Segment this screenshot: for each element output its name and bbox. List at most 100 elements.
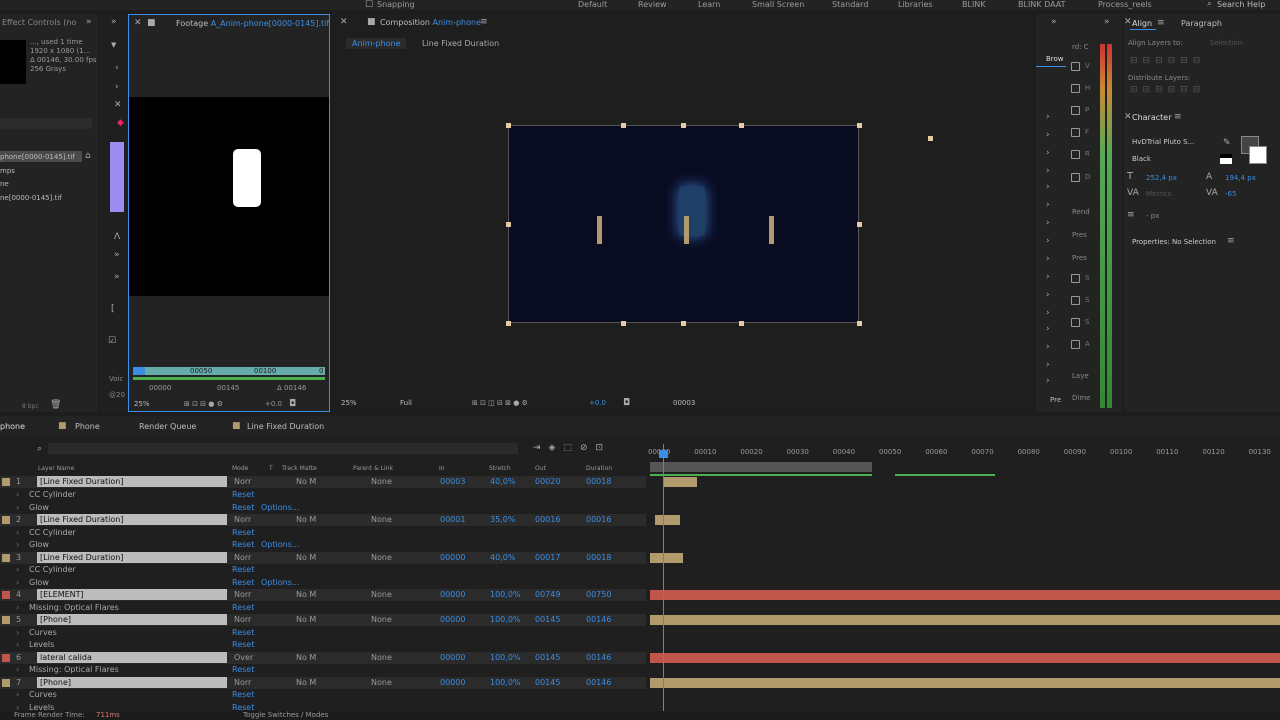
effect-reset[interactable]: Reset [232, 664, 254, 676]
stroke-color-swatch[interactable] [1249, 146, 1267, 164]
expand-arrow-icon[interactable]: › [16, 502, 19, 514]
distribute-icons[interactable]: ⊟⊟⊟⊟⊟⊟ [1130, 85, 1205, 95]
comp-canvas[interactable] [508, 125, 859, 323]
footage-time-ruler[interactable]: 00050 00100 0 [133, 367, 325, 375]
project-search[interactable] [0, 118, 92, 129]
comp-toolbar-icons[interactable]: ⊞ ⊡ ◫ ⊟ ⊠ ● ⚙ [472, 399, 528, 407]
checkbox[interactable] [1071, 128, 1080, 137]
workspace-item[interactable]: Default [578, 0, 607, 9]
layer-mode[interactable]: Norr [234, 589, 251, 601]
stroke-width-field[interactable]: - px [1146, 212, 1159, 220]
workspace-item[interactable]: Standard [832, 0, 868, 9]
chevron-icon[interactable]: › [1046, 324, 1050, 334]
layer-mode[interactable]: Norr [234, 614, 251, 626]
checkbox[interactable] [1071, 340, 1080, 349]
timeline-switch-icons[interactable]: ⇥◈⬚⊘⊡ [533, 443, 611, 453]
chevron-icon[interactable]: › [1046, 166, 1050, 176]
layer-name[interactable]: lateral calida [37, 651, 227, 663]
font-size-field[interactable]: 252,4 px [1146, 174, 1177, 182]
workspace-item[interactable]: BLINK [962, 0, 986, 9]
effect-reset[interactable]: Reset [232, 539, 254, 551]
search-icon[interactable]: ⌕ [37, 444, 42, 454]
preview-tab[interactable]: Pre [1050, 396, 1061, 404]
layer-name[interactable]: [Line Fixed Duration] [37, 476, 227, 487]
transform-handle[interactable] [621, 123, 626, 128]
checkbox[interactable] [1071, 106, 1080, 115]
transform-handle[interactable] [506, 123, 511, 128]
layer-stretch[interactable]: 35,0% [490, 514, 515, 526]
checkbox[interactable] [1071, 62, 1080, 71]
layer-parent[interactable]: None [371, 614, 392, 626]
expand-arrow-icon[interactable]: › [16, 639, 19, 651]
composition-tab[interactable]: Composition Anim-phone [380, 18, 481, 27]
chevron-icon[interactable]: › [1046, 236, 1050, 246]
transform-handle[interactable] [857, 123, 862, 128]
effect-reset[interactable]: Reset [232, 602, 254, 614]
comp-zoom[interactable]: 25% [341, 399, 357, 407]
layer-track-matte[interactable]: No M [296, 677, 316, 689]
layer-parent[interactable]: None [371, 589, 392, 601]
label-color[interactable] [2, 591, 10, 599]
expand-arrow-icon[interactable]: › [16, 689, 19, 701]
effect-reset[interactable]: Reset [232, 502, 254, 514]
workspace-item[interactable]: Learn [698, 0, 720, 9]
lock-icon[interactable]: ✕ [134, 18, 142, 28]
align-tab[interactable]: Align [1132, 19, 1152, 28]
layer-stretch[interactable]: 100,0% [490, 614, 521, 626]
label-color[interactable] [2, 616, 10, 624]
layer-out[interactable]: 00749 [535, 589, 560, 601]
comp-resolution[interactable]: Full [400, 399, 412, 407]
effect-reset[interactable]: Reset [232, 489, 254, 501]
align-to-select[interactable]: Selection [1210, 39, 1242, 47]
layer-parent[interactable]: None [371, 677, 392, 689]
layer-duration-bar[interactable] [663, 477, 698, 487]
project-item[interactable]: ne[0000-0145].tif [0, 192, 75, 206]
label-color[interactable] [2, 678, 10, 687]
search-icon[interactable]: ⌕ [1207, 0, 1212, 9]
layer-out[interactable]: 00020 [535, 476, 560, 488]
layer-stretch[interactable]: 40,0% [490, 552, 515, 564]
layer-duration[interactable]: 00146 [586, 677, 611, 689]
chevron-icon[interactable]: › [1046, 112, 1050, 122]
workspace-item[interactable]: Review [638, 0, 667, 9]
workspace-item[interactable]: Small Screen [752, 0, 804, 9]
project-item[interactable]: mps [0, 165, 75, 179]
effect-reset[interactable]: Reset [232, 639, 254, 651]
layer-parent[interactable]: None [371, 514, 392, 526]
layer-out[interactable]: 00145 [535, 614, 560, 626]
double-chevron-icon[interactable]: » [114, 250, 120, 260]
chevron-icon[interactable]: › [1046, 130, 1050, 140]
layer-name[interactable]: [ELEMENT] [37, 589, 227, 600]
effect-options[interactable]: Options... [261, 539, 300, 551]
layer-parent[interactable]: None [371, 476, 392, 488]
layer-row[interactable]: 4 [ELEMENT] Norr No M None 00000 100,0% 00749 00… [0, 589, 646, 601]
expand-arrow-icon[interactable]: › [16, 564, 19, 576]
chevron-icon[interactable]: › [1046, 308, 1050, 318]
expand-arrow-icon[interactable]: › [16, 527, 19, 539]
expand-arrow-icon[interactable]: › [16, 539, 19, 551]
transform-handle[interactable] [739, 123, 744, 128]
layer-name[interactable]: [Phone] [37, 676, 227, 688]
checkbox[interactable] [1071, 173, 1080, 182]
footage-offset[interactable]: +0.0 [265, 400, 282, 408]
timeline-tab-line-fixed-duration[interactable]: Line Fixed Duration [247, 422, 324, 431]
col-layer-name[interactable]: Layer Name [38, 465, 74, 472]
layer-parent[interactable]: None [371, 652, 392, 664]
project-item[interactable]: phone[0000-0145].tif [0, 151, 75, 165]
layer-search-input[interactable] [48, 443, 518, 454]
chevron-icon[interactable]: › [1046, 182, 1050, 192]
transform-handle[interactable] [681, 321, 686, 326]
layer-out[interactable]: 00145 [535, 677, 560, 689]
layer-track-matte[interactable]: No M [296, 514, 316, 526]
layer-parent[interactable]: None [371, 552, 392, 564]
dropdown-arrow-icon[interactable]: ▼ [111, 40, 116, 50]
search-help[interactable]: Search Help [1217, 0, 1265, 9]
checkbox[interactable] [1071, 274, 1080, 283]
layer-row[interactable]: 6 lateral calida Over No M None 00000 100,0% 00… [0, 651, 646, 664]
font-family-select[interactable]: HvDTrial Pluto S... [1132, 138, 1194, 146]
layer-track-matte[interactable]: No M [296, 552, 316, 564]
transform-handle[interactable] [857, 222, 862, 227]
menu-icon[interactable]: ≡ [480, 17, 488, 27]
layer-track-matte[interactable]: No M [296, 652, 316, 664]
project-item[interactable]: ne [0, 178, 75, 192]
